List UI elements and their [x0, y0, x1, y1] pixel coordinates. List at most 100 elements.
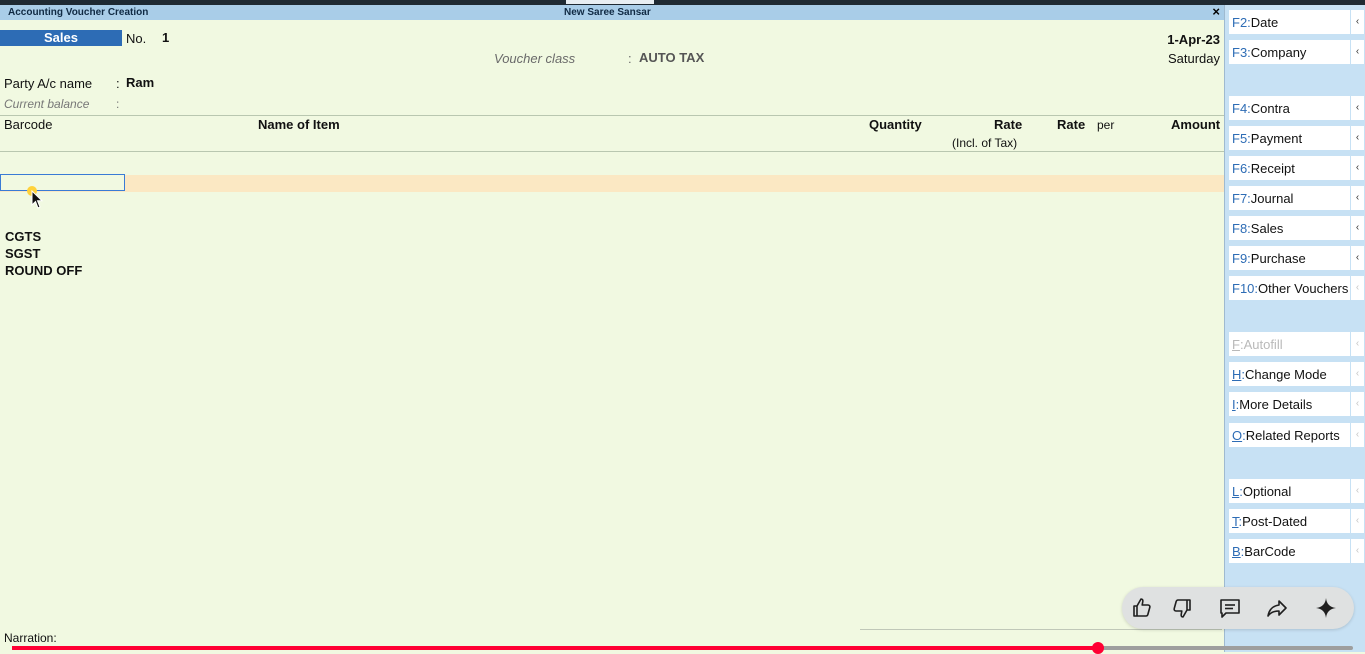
voucher-area: Accounting Voucher Creation New Saree Sa…: [0, 4, 1224, 652]
sidebar-button-text: L:Optional: [1232, 484, 1291, 499]
sidebar-button-text: F6:Receipt: [1232, 161, 1295, 176]
chevron-left-icon[interactable]: ‹: [1350, 392, 1364, 416]
barcode-input[interactable]: [0, 174, 125, 191]
party-account-label: Party A/c name: [4, 76, 93, 91]
sidebar-button-label: More Details: [1239, 397, 1313, 412]
close-icon[interactable]: ×: [1212, 4, 1220, 19]
chevron-left-icon[interactable]: ‹: [1350, 423, 1364, 447]
sparkle-icon[interactable]: [1314, 596, 1338, 620]
sidebar-button-label: Purchase: [1250, 251, 1306, 266]
shortcut-key: F2: [1232, 15, 1248, 30]
shortcut-key: F10: [1232, 281, 1255, 296]
button-bar: F2:Date ‹ F3:Company ‹ F4:Contra ‹ F5:Payment ‹…: [1224, 5, 1365, 652]
sidebar-button-related-reports[interactable]: O:Related Reports ‹: [1229, 423, 1364, 447]
column-per: per: [1097, 118, 1115, 132]
comment-icon[interactable]: [1218, 596, 1242, 620]
mouse-pointer-icon: [31, 190, 44, 209]
thumbs-up-icon[interactable]: [1130, 596, 1154, 620]
sidebar-button-text: F5:Payment: [1232, 131, 1302, 146]
sidebar-button-company[interactable]: F3:Company ‹: [1229, 40, 1364, 64]
shortcut-key: F: [1232, 337, 1240, 352]
chevron-left-icon[interactable]: ‹: [1350, 10, 1364, 34]
shortcut-key: F9: [1232, 251, 1248, 266]
chevron-left-icon[interactable]: ‹: [1350, 509, 1364, 533]
sidebar-button-label: Contra: [1250, 101, 1290, 116]
sidebar-button-purchase[interactable]: F9:Purchase ‹: [1229, 246, 1364, 270]
chevron-left-icon[interactable]: ‹: [1350, 186, 1364, 210]
sidebar-button-journal[interactable]: F7:Journal ‹: [1229, 186, 1364, 210]
voucher-type-badge[interactable]: Sales: [0, 30, 122, 46]
sidebar-button-optional[interactable]: L:Optional ‹: [1229, 479, 1364, 503]
sidebar-button-label: Receipt: [1250, 161, 1295, 176]
voucher-no-value[interactable]: 1: [162, 30, 169, 45]
sidebar-button-label: Journal: [1250, 191, 1294, 206]
sidebar-button-text: F:Autofill: [1232, 337, 1283, 352]
thumbs-down-icon[interactable]: [1170, 596, 1194, 620]
chevron-left-icon[interactable]: ‹: [1350, 246, 1364, 270]
chevron-left-icon[interactable]: ‹: [1350, 276, 1364, 300]
sidebar-button-label: Autofill: [1243, 337, 1283, 352]
chevron-left-icon[interactable]: ‹: [1350, 539, 1364, 563]
shortcut-key: F5: [1232, 131, 1248, 146]
chevron-left-icon[interactable]: ‹: [1350, 362, 1364, 386]
sidebar-button-text: I:More Details: [1232, 397, 1312, 412]
chevron-left-icon[interactable]: ‹: [1350, 479, 1364, 503]
sidebar-button-label: Post-Dated: [1242, 514, 1308, 529]
voucher-day: Saturday: [1167, 51, 1220, 66]
sidebar-button-payment[interactable]: F5:Payment ‹: [1229, 126, 1364, 150]
chevron-left-icon[interactable]: ‹: [1350, 126, 1364, 150]
voucher-no-label: No.: [126, 31, 147, 46]
sidebar-button-barcode[interactable]: B:BarCode ‹: [1229, 539, 1364, 563]
sidebar-button-receipt[interactable]: F6:Receipt ‹: [1229, 156, 1364, 180]
header-divider-top: [0, 115, 1224, 116]
sidebar-button-text: F2:Date: [1232, 15, 1278, 30]
chevron-left-icon[interactable]: ‹: [1350, 40, 1364, 64]
tax-ledger-1[interactable]: CGTS: [5, 229, 41, 244]
sidebar-button-change-mode[interactable]: H:Change Mode ‹: [1229, 362, 1364, 386]
sidebar-button-other-vouchers[interactable]: F10:Other Vouchers ‹: [1229, 276, 1364, 300]
sidebar-button-text: F9:Purchase: [1232, 251, 1306, 266]
sidebar-button-sales[interactable]: F8:Sales ‹: [1229, 216, 1364, 240]
sidebar-button-contra[interactable]: F4:Contra ‹: [1229, 96, 1364, 120]
sidebar-button-autofill: F:Autofill ‹: [1229, 332, 1364, 356]
window-title: Accounting Voucher Creation: [8, 7, 149, 18]
column-rate-incl-tax: Rate: [994, 117, 1023, 132]
sidebar-button-text: F10:Other Vouchers: [1232, 281, 1348, 296]
sidebar-button-text: F4:Contra: [1232, 101, 1290, 116]
sidebar-button-text: H:Change Mode: [1232, 367, 1327, 382]
sidebar-button-label: Sales: [1250, 221, 1284, 236]
current-balance-separator: :: [116, 97, 120, 111]
share-icon[interactable]: [1265, 596, 1289, 620]
video-progress-handle[interactable]: [1092, 642, 1104, 654]
sidebar-button-more-details[interactable]: I:More Details ‹: [1229, 392, 1364, 416]
chevron-left-icon[interactable]: ‹: [1350, 156, 1364, 180]
sidebar-button-label: Other Vouchers: [1258, 281, 1349, 296]
column-quantity: Quantity: [869, 117, 922, 132]
shortcut-key: B: [1232, 544, 1241, 559]
voucher-date[interactable]: 1-Apr-23: [1167, 32, 1220, 47]
chevron-left-icon[interactable]: ‹: [1350, 332, 1364, 356]
column-rate-incl-tax-sub: (Incl. of Tax): [952, 136, 1018, 150]
active-window-tab[interactable]: [566, 0, 654, 4]
chevron-left-icon[interactable]: ‹: [1350, 96, 1364, 120]
tax-ledger-3[interactable]: ROUND OFF: [5, 263, 82, 278]
sidebar-button-date[interactable]: F2:Date ‹: [1229, 10, 1364, 34]
shortcut-key: F3: [1232, 45, 1248, 60]
sidebar-button-label: Date: [1250, 15, 1279, 30]
active-item-row[interactable]: [0, 175, 1224, 192]
header-divider-bottom: [0, 151, 1224, 152]
narration-field[interactable]: [860, 629, 1222, 630]
shortcut-key: H: [1232, 367, 1242, 382]
party-account-field[interactable]: Ram: [126, 75, 154, 90]
chevron-left-icon[interactable]: ‹: [1350, 216, 1364, 240]
column-item-name: Name of Item: [258, 117, 340, 132]
title-bar: Accounting Voucher Creation New Saree Sa…: [0, 4, 1224, 20]
column-rate: Rate: [1057, 117, 1086, 132]
sidebar-button-text: F8:Sales: [1232, 221, 1283, 236]
sidebar-button-text: T:Post-Dated: [1232, 514, 1307, 529]
sidebar-button-post-dated[interactable]: T:Post-Dated ‹: [1229, 509, 1364, 533]
sidebar-button-text: O:Related Reports: [1232, 428, 1340, 443]
sidebar-button-text: F7:Journal: [1232, 191, 1293, 206]
tax-ledger-2[interactable]: SGST: [5, 246, 40, 261]
voucher-class-value[interactable]: AUTO TAX: [639, 50, 704, 65]
